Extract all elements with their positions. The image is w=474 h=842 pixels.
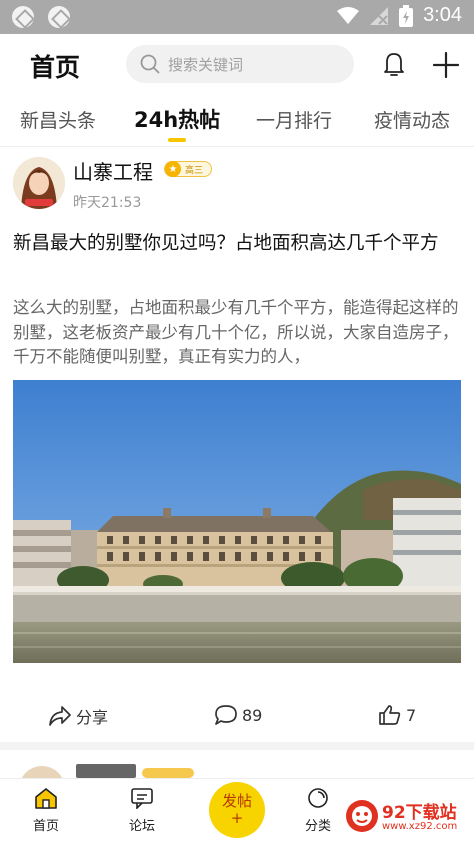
- tab-bar: 新昌头条 24h热帖 一月排行 疫情动态: [0, 98, 474, 146]
- site-watermark: 92下载站 www.xz92.com: [342, 794, 470, 838]
- nav-forum[interactable]: 论坛: [112, 787, 172, 834]
- plus-icon[interactable]: [432, 51, 460, 79]
- search-placeholder: 搜索关键词: [168, 55, 244, 74]
- tab-epidemic-updates[interactable]: 疫情动态: [374, 106, 450, 133]
- author-name[interactable]: 山寨工程: [73, 156, 153, 185]
- divider: [0, 146, 474, 147]
- status-time: 3:04: [423, 4, 462, 26]
- comment-button[interactable]: 89: [214, 704, 262, 726]
- category-icon: [308, 788, 328, 808]
- post-excerpt[interactable]: 这么大的别墅，占地面积最少有几千个平方，能造得起这样的别墅，这老板资产最少有几十…: [13, 296, 463, 370]
- share-button[interactable]: 分享: [48, 704, 108, 728]
- nav-category-label: 分类: [304, 819, 331, 834]
- star-icon: ★: [165, 161, 181, 177]
- next-author-name[interactable]: [76, 764, 136, 778]
- status-bar: 3:04: [0, 0, 474, 34]
- search-icon: [140, 54, 160, 74]
- post-image[interactable]: [13, 380, 461, 663]
- post-actions: 分享 89 7: [0, 700, 474, 736]
- nav-home-label: 首页: [32, 819, 59, 834]
- tab-monthly-ranking[interactable]: 一月排行: [256, 106, 332, 133]
- search-input[interactable]: 搜索关键词: [126, 45, 354, 83]
- post-timestamp: 昨天21:53: [73, 195, 142, 211]
- share-label: 分享: [76, 708, 109, 727]
- watermark-url: www.xz92.com: [382, 821, 458, 832]
- page-title: 首页: [30, 53, 81, 82]
- thumbs-up-icon: [379, 705, 401, 725]
- watermark-name: 92下载站: [382, 803, 457, 823]
- tab-24h-hot[interactable]: 24h热帖: [134, 104, 220, 134]
- avatar[interactable]: [13, 157, 65, 209]
- like-button[interactable]: 7: [378, 704, 416, 726]
- watermark-logo-icon: [346, 800, 378, 832]
- new-post-button[interactable]: 发帖 +: [209, 782, 265, 838]
- comment-icon: [215, 705, 237, 725]
- level-badge-label: 高三: [185, 165, 204, 176]
- tab-xinchang-headlines[interactable]: 新昌头条: [20, 106, 96, 133]
- like-count: 7: [406, 705, 417, 725]
- nav-category[interactable]: 分类: [288, 787, 348, 834]
- share-icon: [49, 706, 71, 726]
- active-tab-indicator: [168, 138, 186, 142]
- app-header: 首页 搜索关键词: [0, 34, 474, 96]
- nav-forum-label: 论坛: [128, 819, 155, 834]
- card-separator: [0, 742, 474, 750]
- comment-count: 89: [242, 705, 263, 725]
- new-post-label: 发帖: [221, 792, 252, 810]
- no-signal-icon: [370, 6, 389, 25]
- app-notification-icon: [12, 6, 34, 28]
- level-badge: [142, 768, 194, 778]
- forum-icon: [131, 788, 153, 810]
- app-notification-icon: [48, 6, 70, 28]
- post-title[interactable]: 新昌最大的别墅你见过吗？占地面积高达几千个平方: [13, 230, 463, 258]
- battery-icon: [399, 4, 414, 27]
- nav-home[interactable]: 首页: [16, 787, 76, 834]
- level-badge: ★ 高三: [164, 161, 213, 177]
- home-icon: [35, 788, 57, 809]
- bell-icon[interactable]: [382, 51, 406, 78]
- wifi-icon: [337, 6, 360, 24]
- plus-icon: +: [230, 809, 244, 827]
